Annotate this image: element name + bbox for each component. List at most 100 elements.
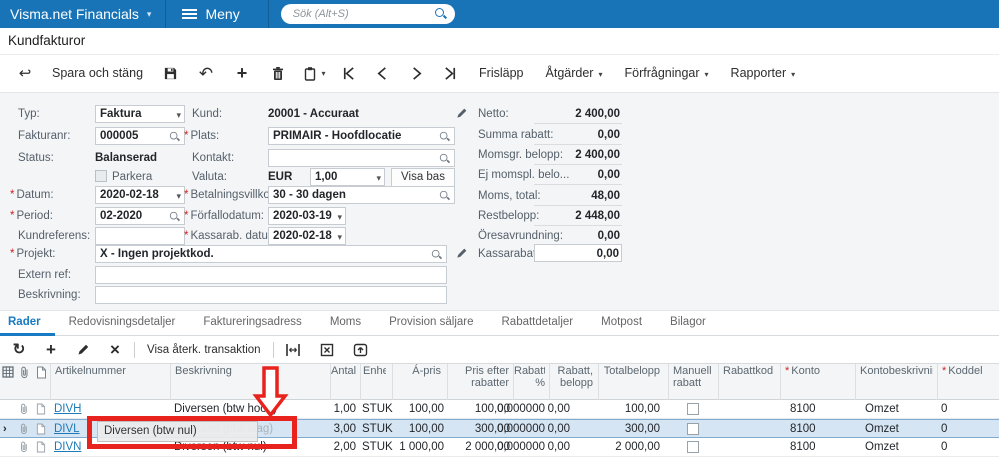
last-record-icon[interactable]	[437, 60, 463, 86]
search-icon[interactable]	[434, 7, 447, 20]
fit-width-icon[interactable]	[280, 337, 306, 363]
add-record-icon[interactable]: +	[229, 60, 255, 86]
edit-kund-icon[interactable]	[455, 107, 469, 121]
header-manuell-rabatt[interactable]: Manuell rabatt	[668, 364, 714, 401]
header-enhet[interactable]: Enhet	[360, 364, 386, 401]
enhet-cell[interactable]: STUK	[362, 438, 393, 457]
save-icon[interactable]	[157, 60, 183, 86]
inquiries-menu-button[interactable]: Förfrågningar ▾	[618, 66, 714, 80]
tab-bilagor[interactable]: Bilagor	[656, 312, 720, 336]
beskrivning-field[interactable]	[95, 286, 447, 304]
search-input[interactable]	[290, 5, 426, 22]
artikelnummer-link[interactable]: DIVH	[54, 403, 81, 415]
antal-cell[interactable]: 3,00	[300, 420, 356, 439]
chevron-down-icon[interactable]: ▾	[376, 170, 381, 185]
lookup-icon[interactable]	[439, 190, 450, 201]
header-konto[interactable]: * Konto	[780, 364, 851, 401]
note-icon[interactable]	[36, 441, 46, 456]
rabatt-belopp-cell[interactable]: 0,00	[520, 420, 570, 439]
koddel-cell[interactable]: 0	[941, 400, 993, 419]
import-file-icon[interactable]	[348, 337, 374, 363]
extern-ref-field[interactable]	[95, 266, 447, 284]
parkera-checkbox[interactable]	[95, 170, 107, 182]
menu-button[interactable]: Meny	[205, 6, 239, 22]
rabattkod-cell[interactable]	[722, 438, 778, 457]
column-settings-icon[interactable]	[2, 366, 14, 381]
totalbelopp-cell[interactable]: 100,00	[600, 400, 660, 419]
table-row[interactable]: DIVH Diversen (btw hoog) 1,00 STUK 100,0…	[0, 400, 999, 419]
rabattkod-cell[interactable]	[722, 400, 778, 419]
konto-cell[interactable]: 8100	[790, 400, 850, 419]
first-record-icon[interactable]	[335, 60, 361, 86]
previous-record-icon[interactable]	[369, 60, 395, 86]
kontobeskrivning-cell[interactable]: Omzet	[865, 420, 935, 439]
kontobeskrivning-cell[interactable]: Omzet	[865, 438, 935, 457]
header-pris-efter-rabatter[interactable]: Pris efter rabatter	[447, 364, 509, 401]
typ-select[interactable]: Faktura ▾	[95, 105, 185, 123]
tab-faktureringsadress[interactable]: Faktureringsadress	[189, 312, 315, 336]
artikelnummer-link[interactable]: DIVL	[54, 423, 80, 435]
manuell-rabatt-checkbox[interactable]	[687, 423, 699, 435]
release-button[interactable]: Frisläpp	[473, 66, 529, 80]
kassarabatt-field[interactable]: 0,00	[534, 244, 622, 262]
app-switcher-caret-icon[interactable]: ▾	[147, 9, 152, 20]
back-icon[interactable]: ↩	[12, 60, 38, 86]
plats-field[interactable]: PRIMAIR - Hoofdlocatie	[268, 127, 455, 145]
header-koddel[interactable]: * Koddel	[937, 364, 995, 401]
header-kontobeskrivning[interactable]: Kontobeskrivning	[855, 364, 933, 401]
konto-cell[interactable]: 8100	[790, 438, 850, 457]
actions-menu-button[interactable]: Åtgärder ▾	[540, 66, 609, 80]
add-row-icon[interactable]: +	[38, 337, 64, 363]
koddel-cell[interactable]: 0	[941, 420, 993, 439]
kassarab-datum-field[interactable]: 2020-02-18 ▾	[268, 227, 346, 245]
note-icon[interactable]	[36, 423, 46, 438]
attachment-icon[interactable]	[19, 403, 29, 418]
undo-icon[interactable]: ↶	[193, 60, 219, 86]
period-field[interactable]: 02-2020	[95, 207, 185, 225]
kontakt-field[interactable]	[268, 149, 455, 167]
lookup-icon[interactable]	[439, 153, 450, 164]
kontobeskrivning-cell[interactable]: Omzet	[865, 400, 935, 419]
refresh-icon[interactable]: ↻	[6, 337, 32, 363]
save-and-close-button[interactable]: Spara och stäng	[46, 66, 149, 80]
header-rabatt-belopp[interactable]: Rabatt, belopp	[549, 364, 593, 401]
header-rabattkod[interactable]: Rabattkod	[718, 364, 776, 401]
konto-cell[interactable]: 8100	[790, 420, 850, 439]
chevron-down-icon[interactable]: ▾	[176, 107, 181, 122]
hamburger-menu-icon[interactable]	[182, 7, 198, 21]
rabattkod-cell[interactable]	[722, 420, 778, 439]
header-beskrivning[interactable]: Beskrivning	[170, 364, 330, 401]
global-search[interactable]	[280, 4, 455, 24]
artikelnummer-link[interactable]: DIVN	[54, 441, 81, 453]
rabatt-belopp-cell[interactable]: 0,00	[520, 400, 570, 419]
chevron-down-icon[interactable]: ▾	[176, 188, 181, 203]
datum-field[interactable]: 2020-02-18 ▾	[95, 186, 185, 204]
reports-menu-button[interactable]: Rapporter ▾	[725, 66, 802, 80]
enhet-cell[interactable]: STUK	[362, 400, 393, 419]
koddel-cell[interactable]: 0	[941, 438, 993, 457]
lookup-icon[interactable]	[169, 131, 180, 142]
antal-cell[interactable]: 2,00	[300, 438, 356, 457]
valuta-rate-select[interactable]: 1,00 ▾	[310, 168, 385, 186]
apris-cell[interactable]: 100,00	[390, 420, 444, 439]
tab-motpost[interactable]: Motpost	[587, 312, 656, 336]
manuell-rabatt-checkbox[interactable]	[687, 403, 699, 415]
betalningsvillkor-field[interactable]: 30 - 30 dagen	[268, 186, 455, 204]
enhet-cell[interactable]: STUK	[362, 420, 393, 439]
attachment-icon[interactable]	[19, 423, 29, 438]
totalbelopp-cell[interactable]: 2 000,00	[600, 438, 660, 457]
tab-rabattdetaljer[interactable]: Rabattdetaljer	[488, 312, 588, 336]
copy-paste-caret-icon[interactable]: ▾	[322, 69, 326, 78]
tab-redovisningsdetaljer[interactable]: Redovisningsdetaljer	[55, 312, 190, 336]
tab-rader[interactable]: Rader	[0, 312, 55, 336]
fakturanr-field[interactable]: 000005	[95, 127, 185, 145]
visa-bas-button[interactable]: Visa bas	[391, 168, 455, 187]
header-totalbelopp[interactable]: Totalbelopp	[598, 364, 660, 401]
chevron-down-icon[interactable]: ▾	[337, 209, 342, 224]
note-icon[interactable]	[36, 403, 46, 418]
delete-record-icon[interactable]	[265, 60, 291, 86]
lookup-icon[interactable]	[439, 131, 450, 142]
totalbelopp-cell[interactable]: 300,00	[600, 420, 660, 439]
edit-row-icon[interactable]	[70, 337, 96, 363]
apris-cell[interactable]: 100,00	[390, 400, 444, 419]
